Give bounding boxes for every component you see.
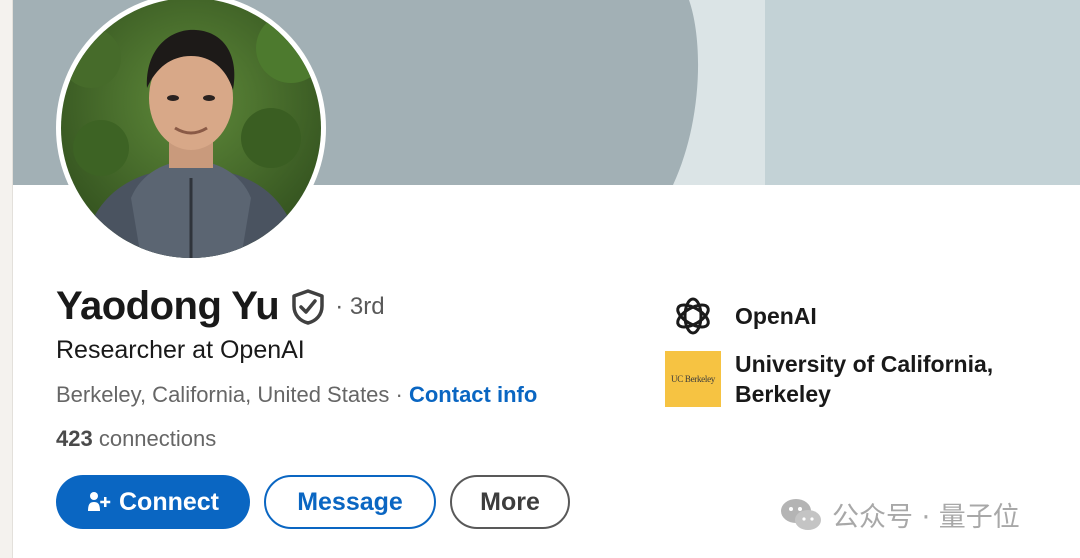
name-row: Yaodong Yu · 3rd	[56, 284, 385, 329]
more-label: More	[480, 487, 540, 516]
contact-info-link[interactable]: Contact info	[409, 382, 537, 407]
wechat-icon	[781, 498, 821, 530]
connections-number: 423	[56, 426, 93, 451]
profile-headline: Researcher at OpenAI	[56, 336, 305, 364]
org-name: University of California, Berkeley	[735, 349, 993, 409]
org-name: OpenAI	[735, 303, 817, 329]
profile-photo[interactable]	[56, 0, 326, 263]
connect-label: Connect	[119, 487, 219, 516]
profile-card: Yaodong Yu · 3rd Researcher at OpenAI Be…	[12, 0, 1080, 558]
watermark: 公众号 · 量子位	[780, 495, 1020, 534]
uc-berkeley-logo: UC Berkeley	[665, 351, 721, 407]
org-name-line2: Berkeley	[735, 381, 831, 407]
more-button[interactable]: More	[450, 475, 570, 529]
connections-label: connections	[92, 426, 217, 451]
verified-shield-icon[interactable]	[291, 288, 325, 325]
connections-count[interactable]: 423 connections	[56, 426, 216, 452]
org-openai[interactable]: OpenAI	[665, 288, 817, 344]
profile-location: Berkeley, California, United States	[56, 382, 390, 407]
watermark-text: 公众号 · 量子位	[832, 502, 1020, 533]
location-row: Berkeley, California, United States · Co…	[56, 382, 537, 408]
connection-degree: · 3rd	[335, 292, 385, 320]
org-name-line1: University of California,	[735, 351, 994, 377]
profile-name: Yaodong Yu	[56, 284, 280, 328]
org-uc-berkeley[interactable]: UC Berkeley University of California, Be…	[665, 349, 993, 409]
separator: ·	[389, 382, 409, 407]
openai-logo-icon	[665, 288, 721, 344]
connect-button[interactable]: Connect	[56, 475, 250, 529]
add-person-icon	[88, 492, 111, 511]
message-button[interactable]: Message	[264, 475, 436, 529]
message-label: Message	[297, 487, 403, 516]
